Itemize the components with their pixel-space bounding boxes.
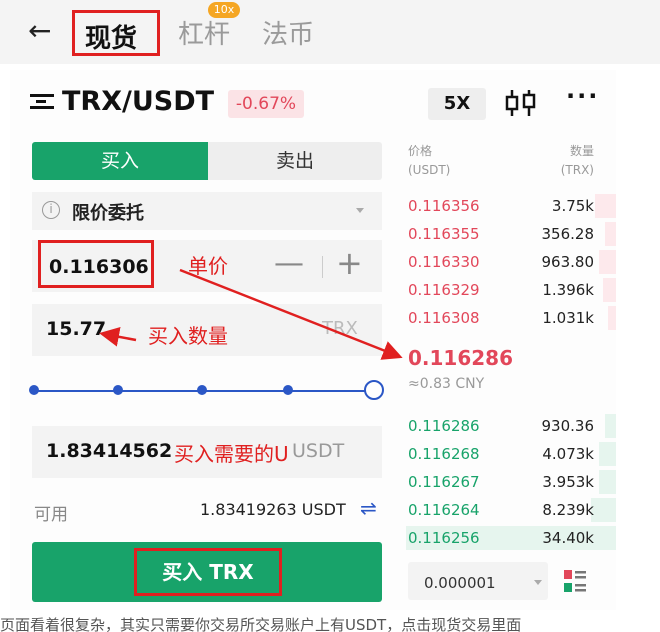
bid-row[interactable]: 0.116268 4.073k [406,440,616,468]
arrow-price-to-book [179,268,403,360]
tick-size-value: 0.000001 [424,574,496,592]
order-price: 0.116267 [408,473,480,491]
order-price: 0.116329 [408,281,480,299]
last-price: 0.116286 [408,346,514,370]
bid-row[interactable]: 0.116267 3.953k [406,468,616,496]
order-price: 0.116356 [408,197,480,215]
order-price: 0.116286 [408,417,480,435]
order-quantity: 34.40k [542,529,594,547]
caption-text: 页面看着很复杂，其实只需要你交易所交易账户上有USDT，点击现货交易里面 [0,616,522,632]
chevron-down-icon [534,580,542,585]
order-quantity: 356.28 [541,225,595,243]
ask-row[interactable]: 0.116308 1.031k [406,304,616,332]
order-quantity: 1.396k [542,281,594,299]
depth-bar [599,442,616,466]
depth-bar [605,414,616,438]
order-quantity: 963.80 [541,253,595,271]
bid-row[interactable]: 0.116286 930.36 [406,412,616,440]
orderbook-layout-icon[interactable] [562,568,588,594]
depth-bar [599,470,616,494]
order-price: 0.116268 [408,445,480,463]
order-quantity: 8.239k [542,501,594,519]
order-quantity: 3.953k [542,473,594,491]
depth-bar [608,306,616,330]
ask-row[interactable]: 0.116355 356.28 [406,220,616,248]
order-price: 0.116330 [408,253,480,271]
order-quantity: 1.031k [542,309,594,327]
depth-bar [591,498,616,522]
depth-bar [605,222,616,246]
bid-row[interactable]: 0.116264 8.239k [406,496,616,524]
order-quantity: 930.36 [541,417,595,435]
depth-bar [603,278,616,302]
orderbook-price-header: 价格 [408,144,433,158]
order-price: 0.116355 [408,225,480,243]
order-price: 0.116264 [408,501,480,519]
orderbook-qty-unit: (TRX) [560,163,594,177]
order-price: 0.116256 [408,529,480,547]
ask-row[interactable]: 0.116329 1.396k [406,276,616,304]
last-price-cny: ≈0.83 CNY [408,376,485,392]
order-quantity: 4.073k [542,445,594,463]
orderbook-qty-header: 数量 [569,144,594,158]
orderbook-price-unit: (USDT) [408,163,451,177]
bid-row[interactable]: 0.116256 34.40k [406,524,616,552]
depth-bar [595,194,616,218]
depth-bar [599,250,616,274]
ask-row[interactable]: 0.116356 3.75k [406,192,616,220]
arrow-to-quantity [99,326,137,347]
order-quantity: 3.75k [551,197,594,215]
order-price: 0.116308 [408,309,480,327]
ask-row[interactable]: 0.116330 963.80 [406,248,616,276]
